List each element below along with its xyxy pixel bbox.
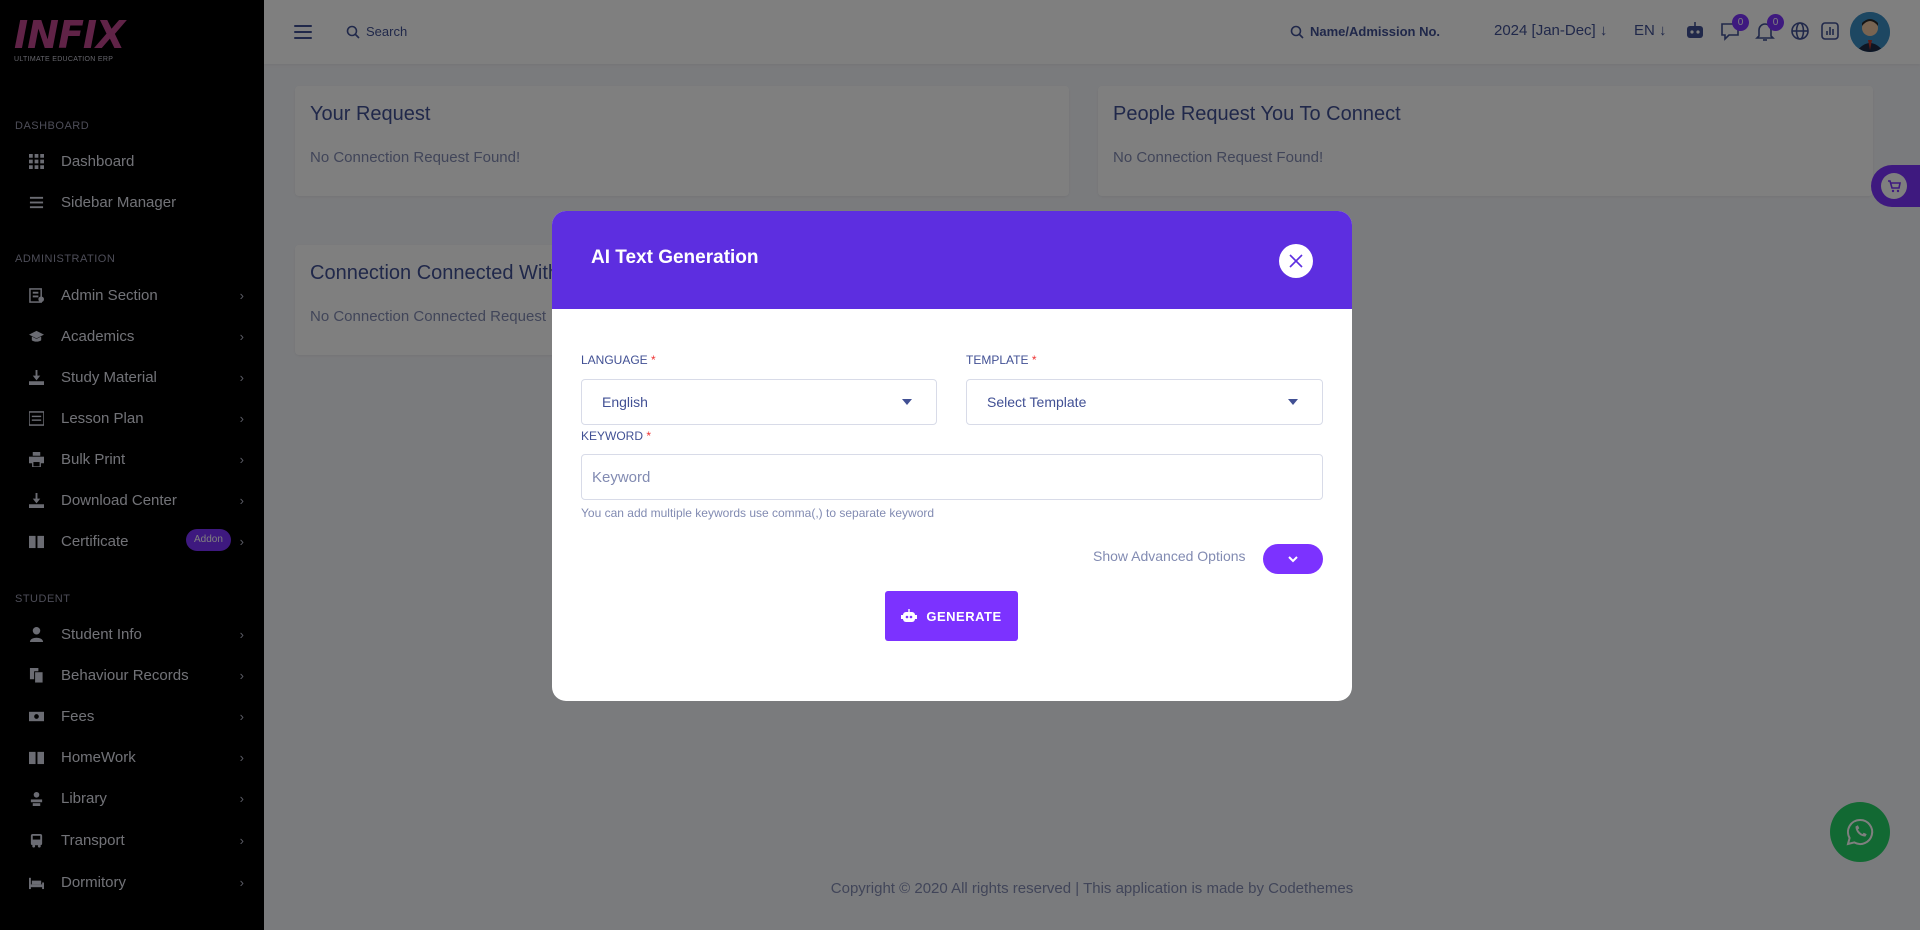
modal-title: AI Text Generation <box>591 247 759 268</box>
generate-label: GENERATE <box>926 608 1002 624</box>
keyword-help-text: You can add multiple keywords use comma(… <box>581 506 935 520</box>
keyword-label: KEYWORD * <box>581 429 651 443</box>
ai-text-generation-modal: AI Text Generation LANGUAGE * English TE… <box>552 211 1352 701</box>
template-select[interactable]: Select Template <box>966 379 1323 425</box>
language-select-value: English <box>602 394 648 410</box>
template-label-text: TEMPLATE <box>966 353 1029 367</box>
keyword-input[interactable] <box>581 454 1323 500</box>
advanced-options-label: Show Advanced Options <box>1093 548 1246 564</box>
robot-icon <box>901 609 918 622</box>
keyword-label-text: KEYWORD <box>581 429 644 443</box>
required-mark: * <box>646 429 652 443</box>
template-label: TEMPLATE * <box>966 353 1036 367</box>
language-select[interactable]: English <box>581 379 937 425</box>
generate-button[interactable]: GENERATE <box>885 591 1018 641</box>
modal-header: AI Text Generation <box>552 211 1352 309</box>
template-select-value: Select Template <box>987 394 1087 410</box>
required-mark: * <box>1031 353 1037 367</box>
language-label-text: LANGUAGE <box>581 353 648 367</box>
chevron-down-icon <box>1288 556 1298 563</box>
caret-down-icon <box>902 399 912 405</box>
close-icon <box>1289 254 1303 268</box>
required-mark: * <box>651 353 656 367</box>
advanced-options-toggle[interactable] <box>1263 544 1323 574</box>
caret-down-icon <box>1288 399 1298 405</box>
close-button[interactable] <box>1279 244 1313 278</box>
language-label: LANGUAGE * <box>581 353 656 367</box>
